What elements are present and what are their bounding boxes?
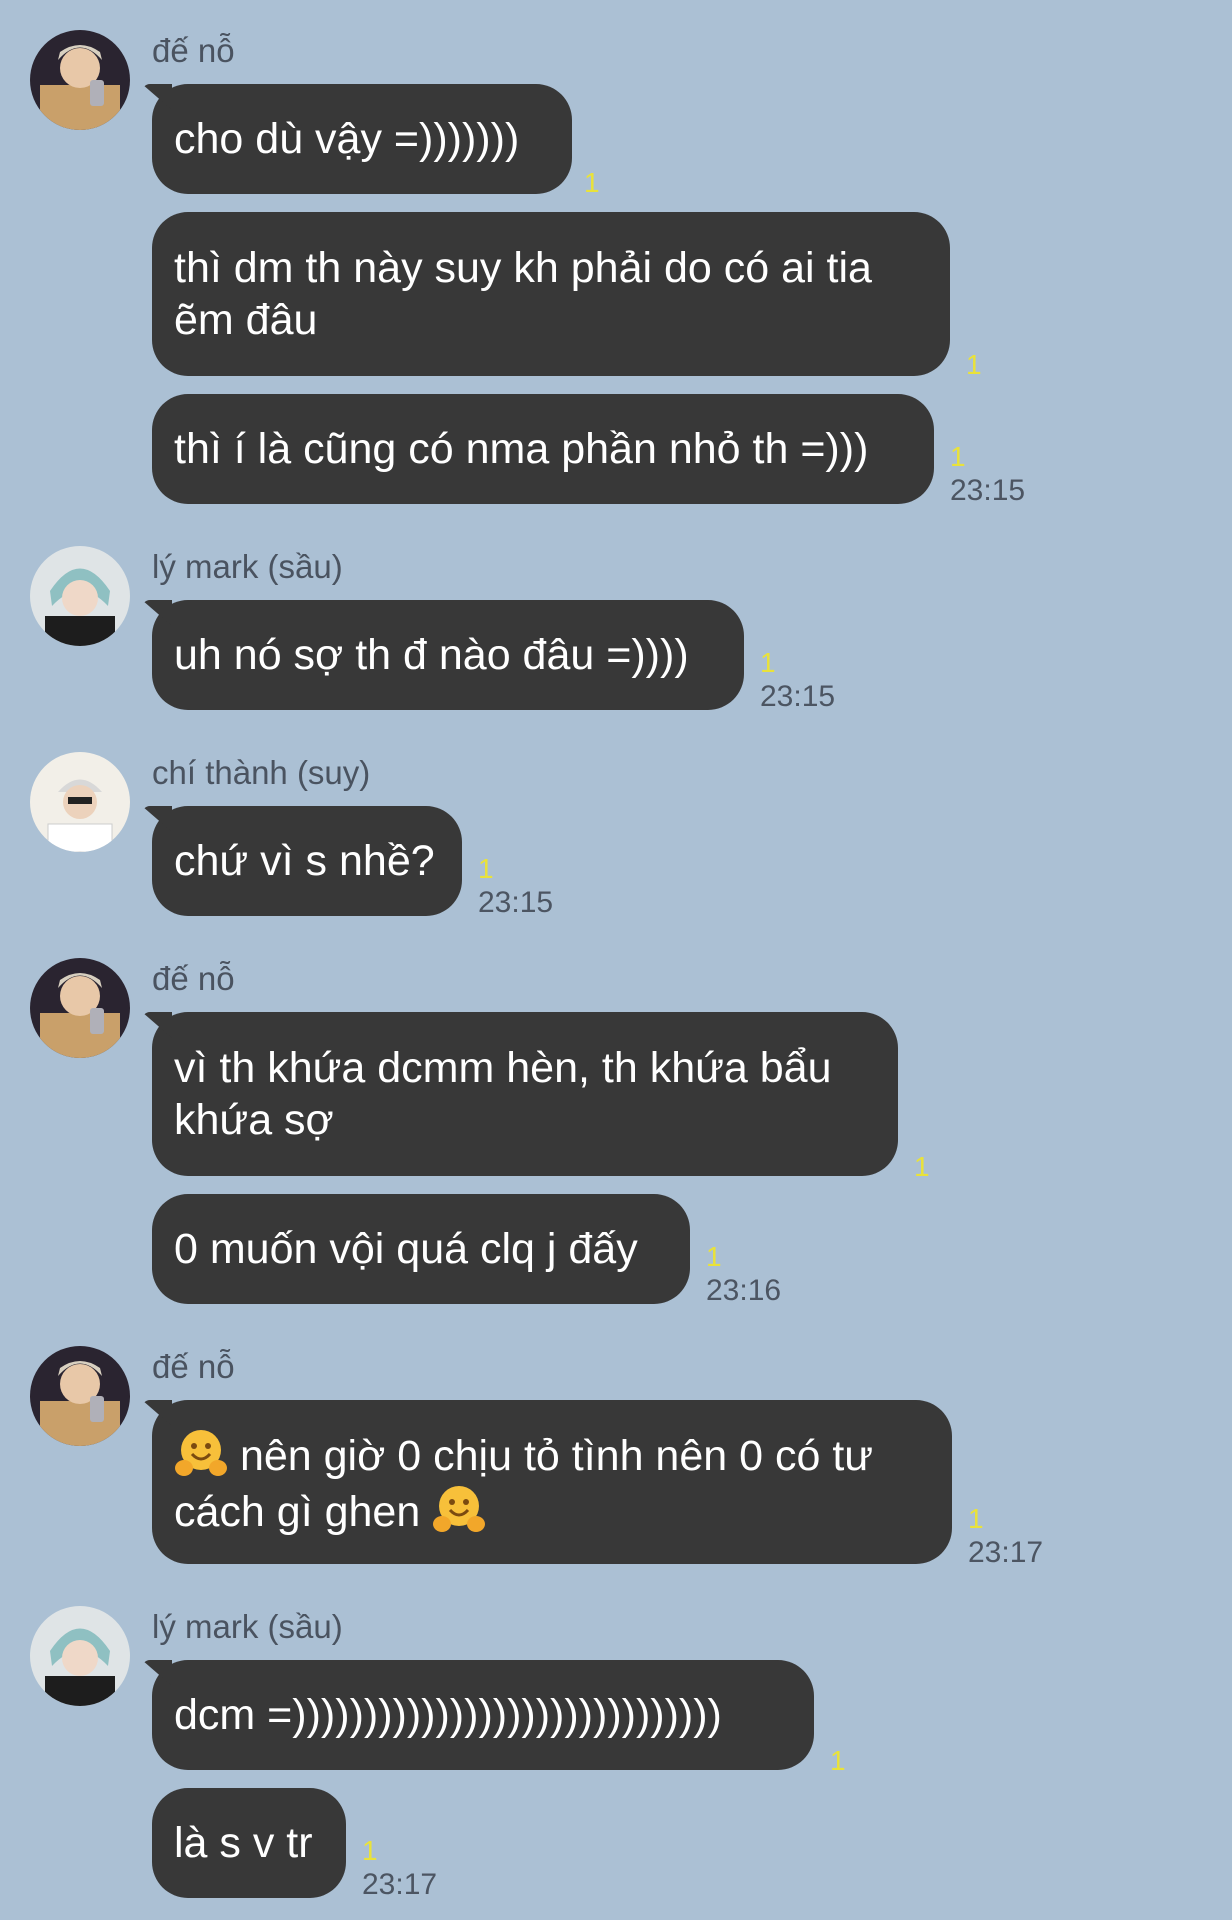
read-count: 1 [362, 1835, 378, 1866]
hugging-face-emoji [432, 1482, 486, 1536]
message-text: thì dm th này suy kh phải do có ai tia ẽ… [174, 244, 872, 344]
read-count: 1 [914, 1151, 930, 1182]
message-text: 0 muốn vội quá clq j đấy [174, 1225, 638, 1273]
hugging-face-emoji [174, 1426, 228, 1480]
message-text: uh nó sợ th đ nào đâu =)))) [174, 631, 689, 679]
read-count: 1 [584, 167, 600, 198]
read-count: 1 [968, 1503, 984, 1534]
message-text: vì th khứa dcmm hèn, th khứa bẩu khứa sợ [174, 1044, 832, 1144]
avatar[interactable] [30, 752, 130, 852]
sender-name: đế nỗ [152, 32, 235, 69]
sender-name: lý mark (sầu) [152, 1608, 343, 1645]
message-text: dcm =)))))))))))))))))))))))))))))) [174, 1691, 722, 1739]
avatar[interactable] [30, 30, 130, 130]
timestamp: 23:15 [478, 886, 554, 919]
read-count: 1 [966, 349, 982, 380]
read-count: 1 [706, 1241, 722, 1272]
message-text: là s v tr [174, 1819, 313, 1867]
avatar[interactable] [30, 958, 130, 1058]
message-bubble[interactable]: uh nó sợ th đ nào đâu =)))) [152, 600, 744, 710]
timestamp: 23:17 [362, 1868, 438, 1901]
message-bubble[interactable]: thì dm th này suy kh phải do có ai tia ẽ… [152, 212, 950, 376]
sender-name: đế nỗ [152, 1348, 235, 1385]
sender-name: chí thành (suy) [152, 754, 371, 791]
read-count: 1 [830, 1745, 846, 1776]
timestamp: 23:15 [760, 680, 836, 713]
message-bubble[interactable]: là s v tr [152, 1788, 346, 1898]
message-bubble[interactable]: dcm =)))))))))))))))))))))))))))))) [152, 1660, 814, 1770]
message-text: nên giờ 0 chịu tỏ tình nên 0 có tư cách … [174, 1432, 874, 1536]
message-bubble[interactable]: vì th khứa dcmm hèn, th khứa bẩu khứa sợ [152, 1012, 898, 1176]
read-count: 1 [950, 441, 966, 472]
avatar[interactable] [30, 1606, 130, 1706]
message-bubble[interactable]: cho dù vậy =))))))) [152, 84, 572, 194]
read-count: 1 [760, 647, 776, 678]
message-bubble[interactable]: thì í là cũng có nma phần nhỏ th =))) [152, 394, 934, 504]
read-count: 1 [478, 853, 494, 884]
avatar[interactable] [30, 1346, 130, 1446]
message-bubble[interactable]: nên giờ 0 chịu tỏ tình nên 0 có tư cách … [152, 1400, 952, 1564]
message-text: thì í là cũng có nma phần nhỏ th =))) [174, 425, 869, 473]
message-bubble[interactable]: chứ vì s nhề? [152, 806, 462, 916]
message-bubble[interactable]: 0 muốn vội quá clq j đấy [152, 1194, 690, 1304]
timestamp: 23:17 [968, 1536, 1044, 1569]
message-text: cho dù vậy =))))))) [174, 115, 520, 163]
message-text: chứ vì s nhề? [174, 837, 435, 885]
sender-name: đế nỗ [152, 960, 235, 997]
avatar[interactable] [30, 546, 130, 646]
timestamp: 23:15 [950, 474, 1026, 507]
sender-name: lý mark (sầu) [152, 548, 343, 585]
timestamp: 23:16 [706, 1274, 782, 1307]
